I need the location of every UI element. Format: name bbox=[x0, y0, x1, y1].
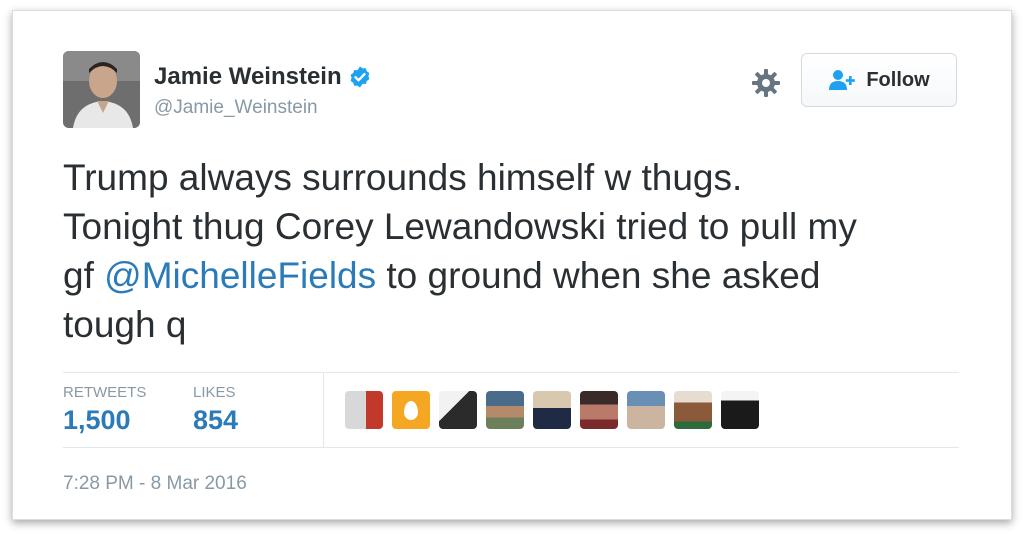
tweet-line: Trump always surrounds himself w thugs. bbox=[63, 157, 743, 198]
stats-separator bbox=[323, 373, 324, 447]
tweet-card: Jamie Weinstein @Jamie_Weinstein Follow bbox=[12, 10, 1012, 520]
liker-avatar[interactable] bbox=[627, 391, 665, 429]
tweet-text-segment: gf bbox=[63, 255, 105, 296]
follow-button-label: Follow bbox=[866, 68, 930, 91]
liker-avatar[interactable] bbox=[392, 391, 430, 429]
stats-divider-bottom bbox=[63, 447, 959, 448]
author-avatar[interactable] bbox=[63, 51, 140, 128]
retweets-count[interactable]: 1,500 bbox=[63, 405, 131, 436]
tweet-text-segment: to ground when she asked bbox=[376, 255, 821, 296]
retweets-label: RETWEETS bbox=[63, 384, 147, 401]
likes-label: LIKES bbox=[193, 384, 236, 401]
liker-avatar[interactable] bbox=[580, 391, 618, 429]
tweet-line: Tonight thug Corey Lewandowski tried to … bbox=[63, 206, 857, 247]
tweet-text: Trump always surrounds himself w thugs. … bbox=[63, 153, 983, 349]
author-name[interactable]: Jamie Weinstein bbox=[154, 63, 342, 91]
liker-avatar[interactable] bbox=[439, 391, 477, 429]
gear-icon[interactable] bbox=[751, 68, 781, 98]
follow-button[interactable]: Follow bbox=[801, 53, 957, 107]
likers-avatars bbox=[345, 391, 768, 429]
stats-divider-top bbox=[63, 372, 959, 373]
liker-avatar[interactable] bbox=[674, 391, 712, 429]
verified-badge-icon bbox=[350, 66, 370, 88]
egg-icon bbox=[404, 400, 418, 420]
liker-avatar[interactable] bbox=[533, 391, 571, 429]
tweet-timestamp[interactable]: 7:28 PM - 8 Mar 2016 bbox=[63, 473, 247, 495]
liker-avatar[interactable] bbox=[345, 391, 383, 429]
author-name-row: Jamie Weinstein bbox=[154, 63, 372, 91]
author-handle[interactable]: @Jamie_Weinstein bbox=[154, 97, 318, 119]
tweet-line: gf @MichelleFields to ground when she as… bbox=[63, 251, 983, 300]
mention-link[interactable]: @MichelleFields bbox=[104, 255, 376, 296]
liker-avatar[interactable] bbox=[486, 391, 524, 429]
liker-avatar[interactable] bbox=[721, 391, 759, 429]
likes-count[interactable]: 854 bbox=[193, 405, 238, 436]
follow-person-icon bbox=[829, 70, 856, 90]
tweet-line: tough q bbox=[63, 304, 187, 345]
